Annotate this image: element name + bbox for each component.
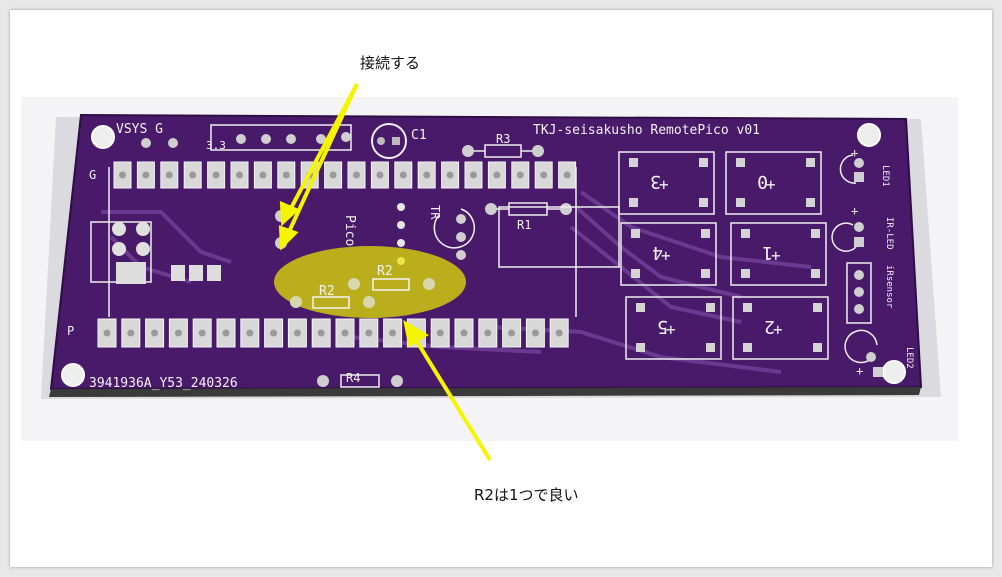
connect-arrows: [278, 83, 359, 251]
connect-callout: 接続する: [360, 54, 421, 72]
r2-arrow: [403, 320, 492, 462]
r2-callout: R2は1つで良い: [474, 486, 579, 504]
